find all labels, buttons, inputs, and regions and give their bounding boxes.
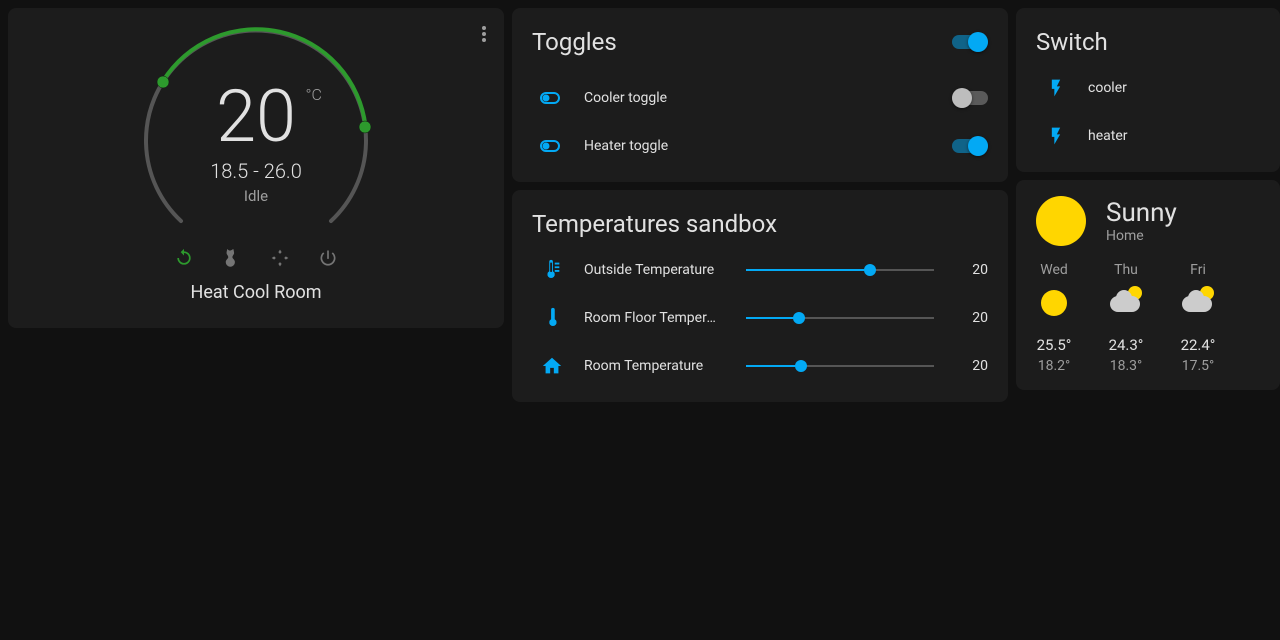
thermometer-icon: [532, 307, 572, 329]
outside-temp-value: 20: [958, 262, 988, 278]
temp-row-floor: Room Floor Temperat… 20: [512, 294, 1008, 342]
forecast-hi: 24.3°: [1109, 336, 1144, 354]
heater-toggle-switch[interactable]: [952, 139, 988, 153]
floor-temp-value: 20: [958, 310, 988, 326]
partly-cloudy-icon: [1108, 286, 1144, 322]
temp-label: Room Floor Temperat…: [572, 310, 722, 326]
thermostat-temp: 20 °C: [216, 81, 296, 153]
forecast-hi: 22.4°: [1181, 336, 1216, 354]
forecast-lo: 17.5°: [1182, 358, 1215, 374]
toggle-row-cooler: Cooler toggle: [512, 74, 1008, 122]
home-thermometer-icon: [532, 355, 572, 377]
flash-icon: [1036, 78, 1076, 98]
forecast-day-name: Thu: [1114, 262, 1138, 278]
weather-now-icon: [1036, 196, 1086, 246]
forecast-day: Thu 24.3° 18.3°: [1108, 262, 1144, 374]
switch-label: cooler: [1076, 80, 1260, 96]
room-temp-slider[interactable]: [746, 356, 934, 376]
forecast-lo: 18.2°: [1038, 358, 1071, 374]
toggle-row-heater: Heater toggle: [512, 122, 1008, 170]
weather-condition: Sunny: [1106, 198, 1177, 228]
temp-row-room: Room Temperature 20: [512, 342, 1008, 390]
outside-temp-slider[interactable]: [746, 260, 934, 280]
thermostat-dial[interactable]: 20 °C 18.5 - 26.0 Idle: [126, 26, 386, 256]
switch-card: Switch cooler heater: [1016, 8, 1280, 172]
toggle-label: Heater toggle: [572, 138, 952, 154]
sunny-icon: [1036, 286, 1072, 322]
thermostat-range: 18.5 - 26.0: [126, 159, 386, 183]
temp-row-outside: Outside Temperature 20: [512, 246, 1008, 294]
thermostat-card: 20 °C 18.5 - 26.0 Idle Heat Cool Room: [8, 8, 504, 328]
thermostat-state: Idle: [126, 187, 386, 205]
more-icon[interactable]: [482, 26, 486, 42]
thermostat-unit: °C: [306, 87, 322, 103]
switch-label: heater: [1076, 128, 1260, 144]
forecast-day-name: Fri: [1190, 262, 1206, 278]
switch-title: Switch: [1016, 8, 1280, 56]
forecast-day: Fri 22.4° 17.5°: [1180, 262, 1216, 374]
floor-temp-slider[interactable]: [746, 308, 934, 328]
toggle-icon: [532, 139, 572, 153]
weather-forecast: Wed 25.5° 18.2° Thu 24.3° 18.3° Fri 22.4…: [1036, 262, 1260, 374]
temp-label: Outside Temperature: [572, 262, 722, 278]
forecast-lo: 18.3°: [1110, 358, 1143, 374]
cooler-toggle-switch[interactable]: [952, 91, 988, 105]
toggles-master-switch[interactable]: [952, 35, 988, 49]
toggles-title: Toggles: [532, 28, 617, 56]
forecast-hi: 25.5°: [1037, 336, 1072, 354]
weather-location: Home: [1106, 228, 1177, 244]
forecast-day: Wed 25.5° 18.2°: [1036, 262, 1072, 374]
flash-icon: [1036, 126, 1076, 146]
switch-row-heater[interactable]: heater: [1016, 112, 1280, 160]
forecast-day-name: Wed: [1040, 262, 1068, 278]
temperatures-title: Temperatures sandbox: [512, 190, 1008, 238]
partly-cloudy-icon: [1180, 286, 1216, 322]
thermometer-lines-icon: [532, 259, 572, 281]
thermostat-name: Heat Cool Room: [190, 282, 321, 303]
weather-card[interactable]: Sunny Home Wed 25.5° 18.2° Thu 24.3° 18.…: [1016, 180, 1280, 390]
room-temp-value: 20: [958, 358, 988, 374]
temp-label: Room Temperature: [572, 358, 722, 374]
toggles-card: Toggles Cooler toggle Heater: [512, 8, 1008, 182]
toggle-label: Cooler toggle: [572, 90, 952, 106]
switch-row-cooler[interactable]: cooler: [1016, 64, 1280, 112]
toggle-icon: [532, 91, 572, 105]
temperatures-card: Temperatures sandbox Outside Temperature…: [512, 190, 1008, 402]
